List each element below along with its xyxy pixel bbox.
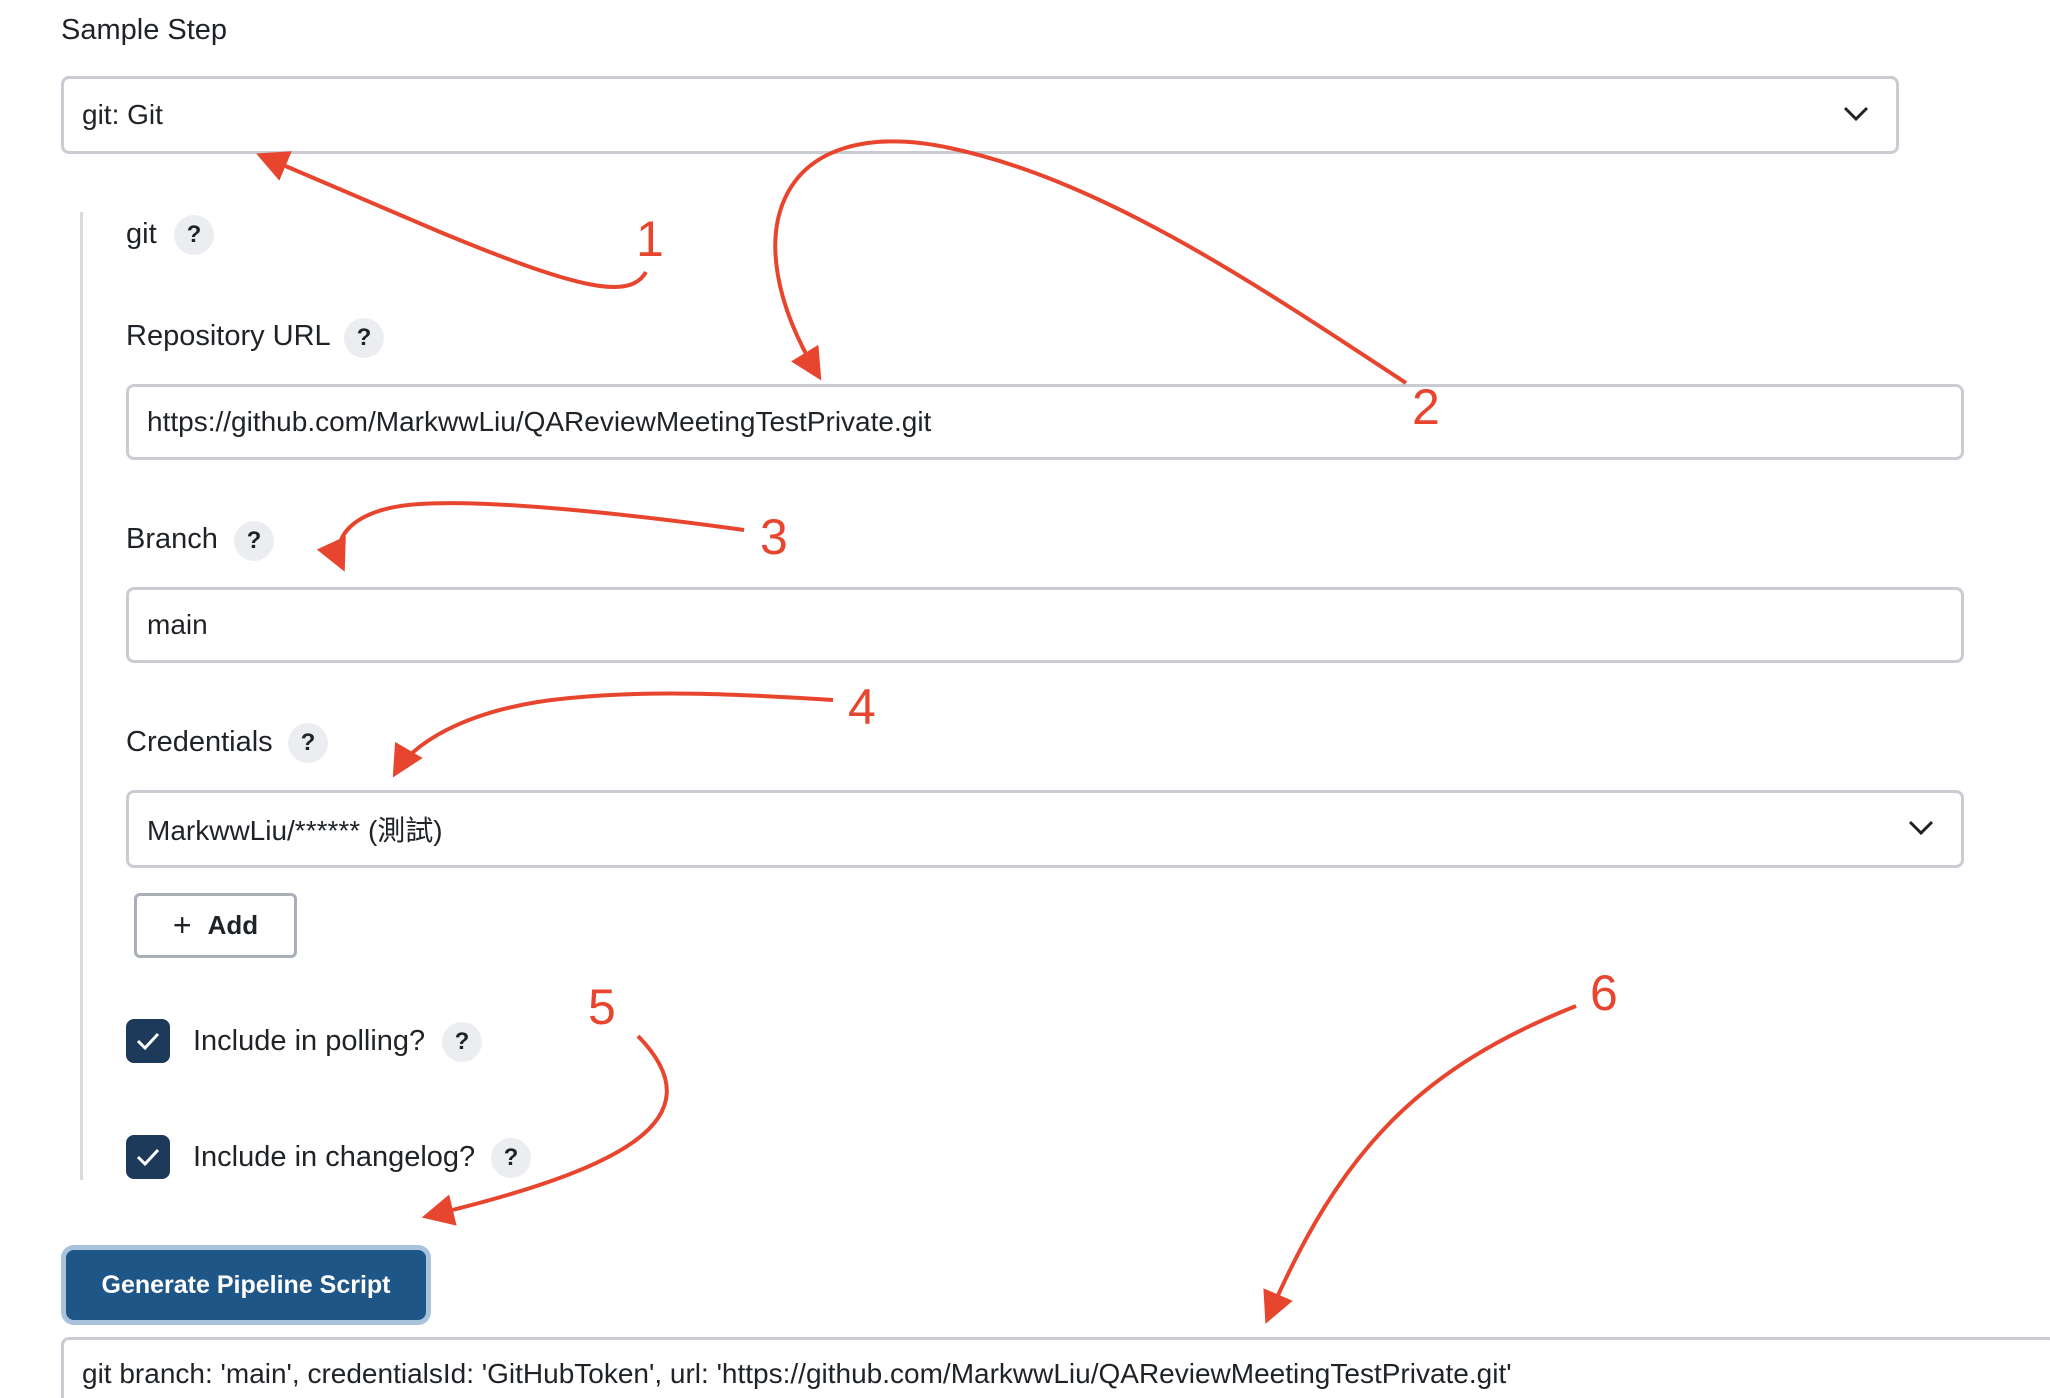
pipeline-script-output[interactable]: git branch: 'main', credentialsId: 'GitH… [61,1337,2050,1398]
annotation-arrow-1 [256,151,648,289]
sample-step-select[interactable]: git: Git [61,76,1899,154]
annotation-arrow-6 [1263,1004,1577,1324]
include-changelog-label: Include in changelog? [193,1141,476,1173]
credentials-label: Credentials [126,726,273,758]
annotation-arrow-2 [773,139,1408,385]
git-help-icon[interactable]: ? [174,215,214,255]
repository-url-value: https://github.com/MarkwwLiu/QAReviewMee… [147,406,932,437]
section-divider [80,212,83,1180]
repository-url-label: Repository URL [126,320,331,352]
credentials-help-icon[interactable]: ? [288,723,328,763]
annotation-number-2: 2 [1412,379,1440,435]
include-changelog-checkbox[interactable] [126,1135,170,1179]
git-section-title: git [126,218,157,250]
checkmark-icon [136,1148,160,1167]
include-polling-label: Include in polling? [193,1025,426,1057]
sample-step-label: Sample Step [61,14,228,46]
branch-label: Branch [126,523,218,555]
annotation-number-5: 5 [588,979,616,1035]
plus-icon: + [172,907,192,943]
pipeline-script-text: git branch: 'main', credentialsId: 'GitH… [82,1358,1512,1389]
add-credentials-button[interactable]: + Add [134,893,297,958]
branch-value: main [147,609,208,640]
credentials-select[interactable]: MarkwwLiu/****** (測試) [126,790,1964,868]
repository-url-help-icon[interactable]: ? [344,318,384,358]
repository-url-input[interactable]: https://github.com/MarkwwLiu/QAReviewMee… [126,384,1964,460]
annotation-arrow-5 [421,1034,669,1226]
credentials-selected-value: MarkwwLiu/****** (測試) [147,815,443,846]
include-polling-help-icon[interactable]: ? [442,1022,482,1062]
include-polling-checkbox[interactable] [126,1019,170,1063]
branch-input[interactable]: main [126,587,1964,663]
checkmark-icon [136,1032,160,1051]
branch-help-icon[interactable]: ? [234,521,274,561]
generate-pipeline-script-button[interactable]: Generate Pipeline Script [66,1250,426,1320]
include-changelog-help-icon[interactable]: ? [491,1138,531,1178]
annotation-number-3: 3 [760,509,788,565]
add-button-label: Add [207,910,259,940]
sample-step-selected-value: git: Git [82,99,163,130]
annotation-arrows [256,139,1577,1324]
annotation-number-4: 4 [848,679,876,735]
chevron-down-icon [1843,106,1869,122]
annotation-number-1: 1 [636,211,664,267]
annotation-number-6: 6 [1590,965,1618,1021]
annotation-arrow-3 [316,501,745,572]
annotation-arrow-4 [392,691,834,778]
chevron-down-icon [1908,820,1934,836]
